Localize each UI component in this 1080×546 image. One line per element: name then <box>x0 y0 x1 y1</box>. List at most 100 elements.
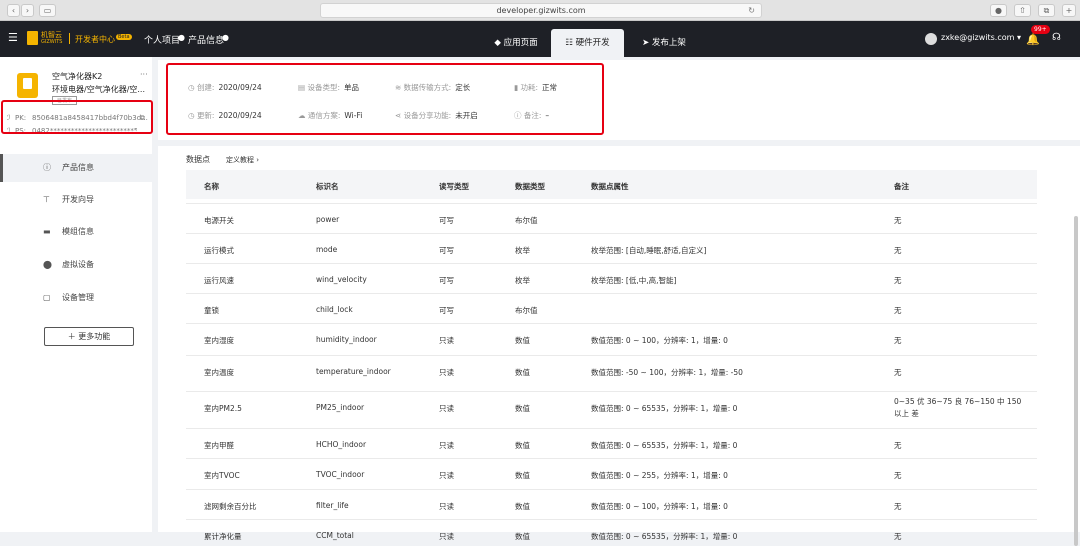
table-cell: 运行风速 <box>204 276 234 285</box>
table-cell: 枚举范围: [自动,睡眠,舒适,自定义] <box>591 246 707 255</box>
table-cell: 只读 <box>439 368 454 377</box>
tutorial-link[interactable]: 定义教程 › <box>226 155 259 165</box>
sliders-icon: ☷ <box>565 38 576 48</box>
table-cell: 数值 <box>515 336 530 345</box>
table-cell: 数值范围: -50 ~ 100，分辨率: 1，增量: -50 <box>591 368 743 377</box>
column-header: 备注 <box>894 182 909 191</box>
row-divider <box>186 428 1037 429</box>
table-cell: 无 <box>894 368 902 377</box>
column-header: 名称 <box>204 182 219 191</box>
table-cell: CCM_total <box>316 531 354 540</box>
table-cell: 室内湿度 <box>204 336 234 345</box>
table-cell: 数值范围: 0 ~ 255，分辨率: 1，增量: 0 <box>591 471 728 480</box>
table-cell: 只读 <box>439 471 454 480</box>
table-cell: 童锁 <box>204 306 219 315</box>
table-cell: temperature_indoor <box>316 367 391 376</box>
avatar[interactable] <box>925 33 937 45</box>
browser-toolbar: ‹ › ▭ developer.gizwits.com ↻ ● ⇧ ⧉ + <box>0 0 1080 21</box>
table-cell: 枚举范围: [低,中,高,智能] <box>591 276 677 285</box>
row-divider <box>186 293 1037 294</box>
table-cell: 布尔值 <box>515 306 538 315</box>
table-cell: 数值范围: 0 ~ 65535，分辨率: 1，增量: 0 <box>591 532 738 541</box>
beta-badge: Beta <box>116 34 132 40</box>
scrollbar[interactable] <box>1074 216 1078 546</box>
table-cell: 室内温度 <box>204 368 234 377</box>
row-divider <box>186 233 1037 234</box>
dev-center-title: 开发者中心 <box>75 35 115 44</box>
table-cell: 可写 <box>439 216 454 225</box>
sidebar-item-module-info[interactable]: ▬ 模组信息 <box>0 218 152 246</box>
table-cell: 室内TVOC <box>204 471 240 480</box>
table-cell: 数值范围: 0 ~ 65535，分辨率: 1，增量: 0 <box>591 404 738 413</box>
table-cell: 无 <box>894 336 902 345</box>
table-cell: 数值 <box>515 471 530 480</box>
brand-divider <box>69 33 70 44</box>
address-bar[interactable]: developer.gizwits.com ↻ <box>320 3 762 18</box>
table-cell: 无 <box>894 502 902 511</box>
product-icon <box>17 73 38 98</box>
sidebar-item-virtual-device[interactable]: ⬤ 虚拟设备 <box>0 251 152 279</box>
table-cell: 可写 <box>439 306 454 315</box>
info-icon: ⓘ <box>43 163 51 172</box>
table-cell: 无 <box>894 441 902 450</box>
table-cell: HCHO_indoor <box>316 440 367 449</box>
table-cell: 累计净化量 <box>204 532 242 541</box>
sidebar-item-device-management[interactable]: ▢ 设备管理 <box>0 284 152 312</box>
table-cell: 室内甲醛 <box>204 441 234 450</box>
datapoint-panel: 数据点 定义教程 › 名称 标识名 读写类型 数据类型 数据点属性 备注 电源开… <box>158 146 1080 546</box>
forward-icon[interactable]: › <box>21 4 34 17</box>
table-cell: 只读 <box>439 502 454 511</box>
reload-icon[interactable]: ↻ <box>748 4 755 17</box>
table-cell: child_lock <box>316 305 353 314</box>
tab-app-page[interactable]: ◆ 应用页面 <box>485 29 547 57</box>
virtual-device-icon: ⬤ <box>43 260 52 269</box>
sidebar-toggle-icon[interactable]: ▭ <box>39 4 56 17</box>
tab-hardware-dev[interactable]: ☷ 硬件开发 <box>551 29 624 57</box>
top-nav: ☰ 机智云 GIZWITS 开发者中心 Beta 个人项目 ● 产品信息 ● ◆… <box>0 21 1080 57</box>
tabs-icon[interactable]: ⧉ <box>1038 4 1055 17</box>
row-divider <box>186 323 1037 324</box>
sidebar-item-product-info[interactable]: ⓘ 产品信息 <box>0 154 152 182</box>
column-header: 标识名 <box>316 182 339 191</box>
new-tab-icon[interactable]: + <box>1062 4 1076 17</box>
table-cell: 数值 <box>515 368 530 377</box>
table-cell: 只读 <box>439 404 454 413</box>
bell-icon[interactable]: 🔔 <box>1026 33 1040 46</box>
sidebar-item-dev-guide[interactable]: ⊤ 开发向导 <box>0 186 152 214</box>
support-icon[interactable]: ☊ <box>1052 32 1061 43</box>
column-header: 读写类型 <box>439 182 469 191</box>
table-cell: 无 <box>894 246 902 255</box>
more-icon[interactable]: ··· <box>140 70 148 79</box>
table-cell: PM25_indoor <box>316 403 365 412</box>
table-cell: 以上 差 <box>894 409 919 418</box>
table-cell: 只读 <box>439 336 454 345</box>
table-cell: 只读 <box>439 441 454 450</box>
guide-icon: ⊤ <box>43 195 50 204</box>
table-cell: 数值 <box>515 441 530 450</box>
personal-project[interactable]: 个人项目 <box>144 33 180 46</box>
send-icon: ➤ <box>642 38 652 48</box>
table-cell: 数值范围: 0 ~ 100，分辨率: 1，增量: 0 <box>591 502 728 511</box>
tab-publish[interactable]: ➤ 发布上架 <box>633 29 695 57</box>
back-icon[interactable]: ‹ <box>7 4 20 17</box>
user-menu[interactable]: zxke@gizwits.com ▾ <box>941 33 1021 42</box>
table-cell: 可写 <box>439 246 454 255</box>
brand-logo-icon <box>27 31 38 45</box>
table-cell: 数值 <box>515 532 530 541</box>
table-cell: 数值范围: 0 ~ 100，分辨率: 1，增量: 0 <box>591 336 728 345</box>
row-divider <box>186 458 1037 459</box>
table-cell: 只读 <box>439 532 454 541</box>
table-cell: mode <box>316 245 338 254</box>
product-name: 空气净化器K2 <box>52 72 103 81</box>
product-info-nav[interactable]: 产品信息 <box>188 33 224 46</box>
table-cell: 数值 <box>515 404 530 413</box>
highlight-box-keys <box>1 100 153 134</box>
shield-icon[interactable]: ● <box>990 4 1007 17</box>
share-icon[interactable]: ⇧ <box>1014 4 1031 17</box>
more-features-button[interactable]: ＋ 更多功能 <box>44 327 134 346</box>
module-icon: ▬ <box>43 227 51 236</box>
menu-icon[interactable]: ☰ <box>8 31 18 44</box>
row-divider <box>186 489 1037 490</box>
brand-sub: GIZWITS <box>41 39 63 45</box>
table-cell: 室内PM2.5 <box>204 404 242 413</box>
